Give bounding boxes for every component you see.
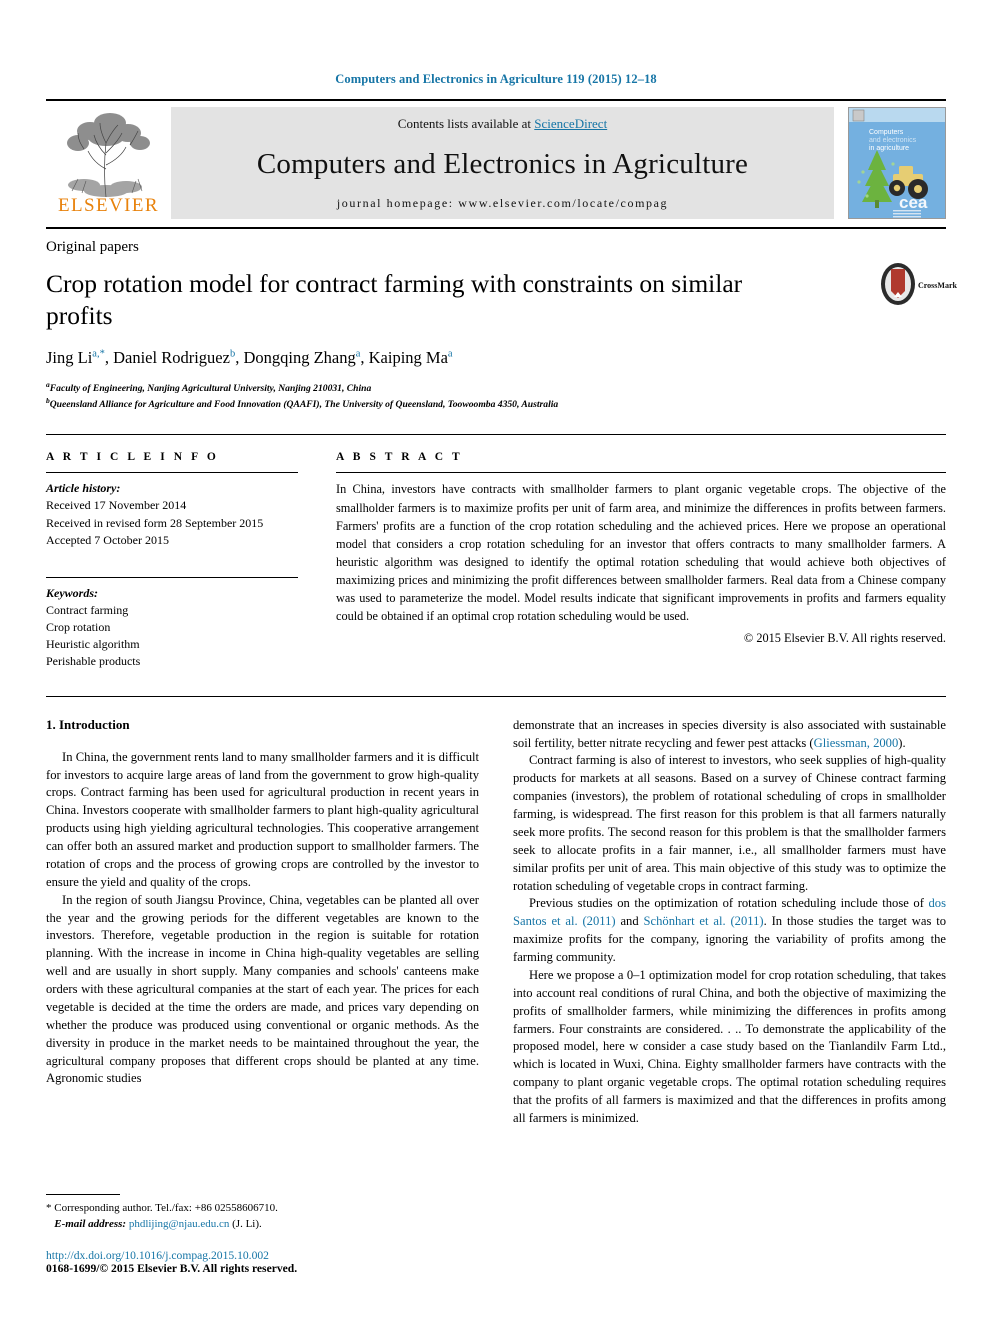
journal-cover-thumbnail: Computers and electronics in agriculture…	[848, 107, 946, 219]
journal-masthead: ELSEVIER Contents lists available at Sci…	[46, 107, 946, 219]
affiliation-b: bQueensland Alliance for Agriculture and…	[46, 396, 946, 412]
email-suffix: (J. Li).	[232, 1218, 262, 1231]
paragraph-text: Previous studies on the optimization of …	[529, 896, 929, 911]
svg-text:Computers: Computers	[869, 129, 904, 136]
author-affiliation-mark: a	[355, 348, 361, 360]
corresponding-author-note: * Corresponding author. Tel./fax: +86 02…	[46, 1202, 278, 1215]
paragraph: In China, the government rents land to m…	[46, 749, 479, 889]
journal-article-page: Computers and Electronics in Agriculture…	[0, 0, 992, 1323]
sciencedirect-link[interactable]: ScienceDirect	[534, 116, 607, 131]
author-list: Jing Lia,*, Daniel Rodriguezb, Dongqing …	[46, 348, 453, 368]
crossmark-label: CrossMark	[918, 281, 957, 290]
email-note: E-mail address: phdlijing@njau.edu.cn (J…	[46, 1217, 478, 1233]
abstract-copyright: © 2015 Elsevier B.V. All rights reserved…	[743, 630, 946, 645]
abstract-column: A B S T R A C T In China, investors have…	[336, 451, 946, 669]
author-affiliation-mark: b	[229, 348, 236, 360]
paragraph: In the region of south Jiangsu Province,…	[46, 892, 479, 1086]
citation-link[interactable]: Schönhart et al. (2011)	[644, 914, 764, 928]
paragraph-text: ).	[898, 735, 906, 750]
elsevier-wordmark: ELSEVIER	[58, 195, 159, 216]
citation-link[interactable]: Gliessman, 2000	[814, 736, 899, 750]
paragraph: Here we propose a 0–1 optimization model…	[513, 967, 946, 1128]
elsevier-logo: ELSEVIER	[46, 107, 171, 219]
journal-cover-art: Computers and electronics in agriculture…	[849, 108, 945, 218]
crossmark-icon	[881, 263, 915, 305]
page-title: Crop rotation model for contract farming…	[46, 269, 743, 331]
article-info-rule	[46, 472, 298, 474]
author-entry: Jing Lia,*	[46, 348, 105, 367]
affiliation-a: aFaculty of Engineering, Nanjing Agricul…	[46, 380, 946, 396]
footnote-rule	[46, 1194, 120, 1196]
author-name: Daniel Rodriguez	[113, 348, 230, 368]
svg-text:and electronics: and electronics	[869, 137, 917, 144]
paragraph: demonstrate that an increases in species…	[513, 717, 946, 753]
body-columns: 1. Introduction In China, the government…	[46, 717, 946, 1128]
svg-text:cea: cea	[899, 193, 928, 212]
keyword-item: Crop rotation	[46, 619, 111, 634]
keyword-item: Perishable products	[46, 653, 141, 668]
email-label: E-mail address:	[54, 1218, 127, 1231]
title-top-rule	[46, 227, 946, 229]
keyword-item: Heuristic algorithm	[46, 636, 140, 651]
paragraph: Contract farming is also of interest to …	[513, 752, 946, 895]
paragraph-text: Here we propose a 0–1 optimization model…	[513, 967, 946, 1125]
running-head: Computers and Electronics in Agriculture…	[335, 72, 657, 86]
contents-available-line: Contents lists available at ScienceDirec…	[398, 116, 607, 132]
issn-copyright: 0168-1699/© 2015 Elsevier B.V. All right…	[46, 1262, 298, 1275]
keywords-block: Keywords: Contract farming Crop rotation…	[46, 585, 298, 670]
author-name: Dongqing Zhang	[243, 348, 356, 368]
contents-prefix: Contents lists available at	[397, 116, 535, 131]
keyword-item: Contract farming	[46, 602, 129, 617]
article-type: Original papers	[46, 239, 139, 255]
author-entry: Dongqing Zhanga	[243, 348, 360, 367]
info-top-rule	[46, 434, 946, 436]
svg-text:in agriculture: in agriculture	[869, 145, 909, 152]
body-right-column: demonstrate that an increases in species…	[513, 717, 946, 1128]
author-affiliation-mark: a	[447, 348, 453, 360]
affiliation-text: Faculty of Engineering, Nanjing Agricult…	[49, 383, 372, 395]
paragraph-text: Contract farming is also of interest to …	[513, 753, 946, 893]
article-info-column: A R T I C L E I N F O Article history: R…	[46, 451, 298, 669]
author-entry: Kaiping Maa	[369, 348, 453, 367]
article-history-label: Article history:	[46, 481, 121, 496]
masthead-top-rule	[46, 99, 946, 101]
keywords-rule	[46, 576, 298, 578]
doi-link[interactable]: http://dx.doi.org/10.1016/j.compag.2015.…	[46, 1249, 478, 1262]
author-name: Kaiping Ma	[368, 348, 448, 368]
journal-band: Contents lists available at ScienceDirec…	[171, 107, 834, 219]
history-item: Received 17 November 2014	[46, 498, 187, 513]
author-affiliation-mark: a,*	[92, 348, 105, 360]
elsevier-tree-icon	[67, 113, 150, 198]
author-entry: Daniel Rodriguezb	[113, 348, 235, 367]
history-item: Received in revised form 28 September 20…	[46, 515, 264, 530]
abstract-rule	[336, 472, 946, 474]
journal-homepage-line: journal homepage: www.elsevier.com/locat…	[336, 196, 669, 210]
body-top-rule	[46, 695, 946, 697]
keywords-label: Keywords:	[46, 585, 98, 600]
article-info-heading: A R T I C L E I N F O	[46, 451, 219, 464]
info-abstract-row: A R T I C L E I N F O Article history: R…	[46, 451, 946, 669]
abstract-text: In China, investors have contracts with …	[336, 482, 946, 623]
section-heading-introduction: 1. Introduction	[46, 716, 130, 732]
journal-title: Computers and Electronics in Agriculture	[256, 147, 749, 180]
crossmark-badge[interactable]: CrossMark	[878, 261, 957, 313]
footnote-area: * Corresponding author. Tel./fax: +86 02…	[46, 1194, 478, 1275]
paragraph: Previous studies on the optimization of …	[513, 895, 946, 967]
title-block: Original papers Crop rotation model for …	[46, 239, 957, 412]
article-history: Article history: Received 17 November 20…	[46, 480, 298, 548]
email-link[interactable]: phdlijing@njau.edu.cn	[129, 1218, 230, 1230]
paragraph-text: and	[615, 914, 644, 929]
author-name: Jing Li	[46, 348, 93, 368]
history-item: Accepted 7 October 2015	[46, 532, 169, 547]
abstract-heading: A B S T R A C T	[336, 451, 463, 464]
body-left-column: 1. Introduction In China, the government…	[46, 717, 479, 1128]
affiliation-text: Queensland Alliance for Agriculture and …	[49, 399, 559, 411]
